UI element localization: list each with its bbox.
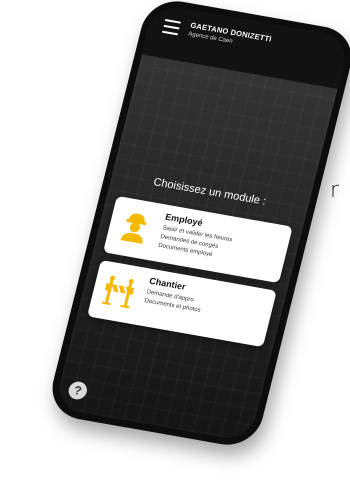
module-title: Employé [164,211,204,228]
barrier-icon [101,275,135,309]
phone-mockup: GAETANO DONIZETTI Agence de Caen Choisis… [0,0,350,495]
hamburger-menu-icon[interactable] [161,18,182,36]
module-title: Chantier [148,275,187,292]
app-screen: GAETANO DONIZETTI Agence de Caen Choisis… [53,3,350,443]
phone-frame: GAETANO DONIZETTI Agence de Caen Choisis… [45,0,350,451]
worker-icon [120,213,147,244]
